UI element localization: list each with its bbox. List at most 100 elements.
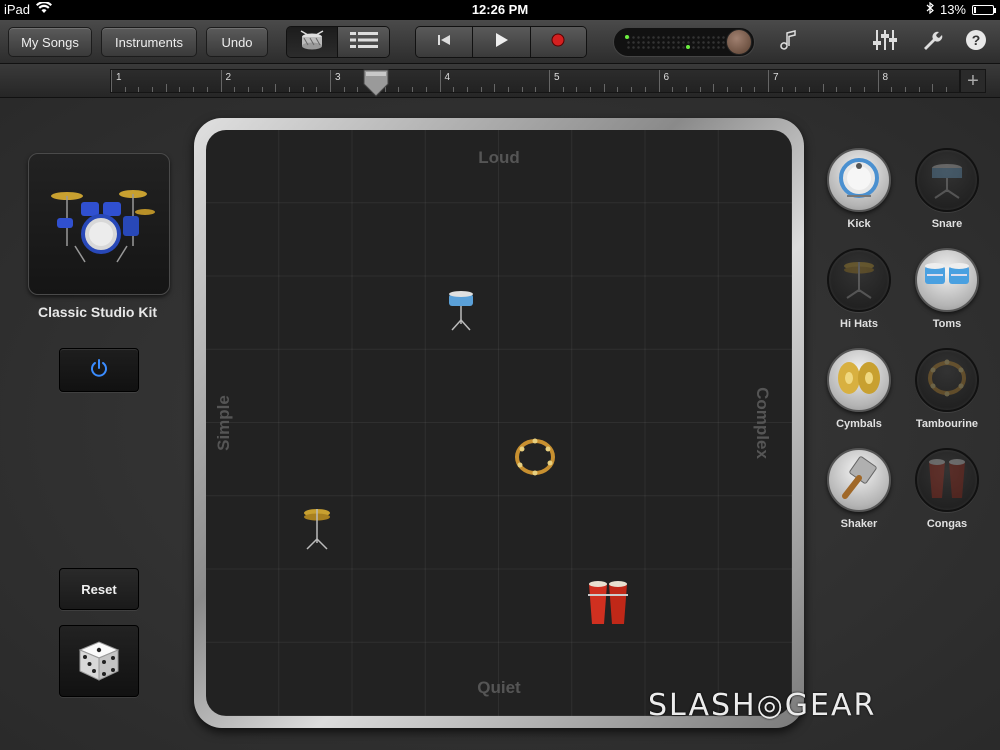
ruler-tick — [850, 87, 852, 92]
congas-label: Congas — [926, 518, 968, 530]
level-led-left — [625, 35, 629, 39]
settings-button[interactable] — [920, 30, 944, 54]
instruments-button[interactable]: Instruments — [101, 27, 197, 57]
ruler-tick — [822, 84, 824, 92]
rewind-button[interactable] — [416, 27, 474, 57]
instrument-hi-hats: Hi Hats — [819, 248, 899, 330]
clock: 12:26 PM — [471, 2, 529, 17]
ruler-tick — [877, 70, 879, 92]
ruler-tick — [740, 87, 742, 92]
ruler-bar-number: 7 — [773, 72, 779, 83]
snare-drum-icon — [925, 156, 969, 205]
toms-toggle-button[interactable] — [915, 248, 979, 312]
shaker-label: Shaker — [840, 518, 878, 530]
randomize-button[interactable] — [59, 625, 139, 697]
congas-icon — [586, 581, 630, 630]
ruler-tick — [754, 87, 756, 92]
pad-toms-marker[interactable] — [446, 290, 476, 337]
ruler-tick — [576, 87, 578, 92]
pad-congas-marker[interactable] — [586, 580, 630, 631]
drum-kit-selector[interactable] — [28, 153, 170, 295]
instrument-shaker: Shaker — [819, 448, 899, 530]
ruler-tick — [685, 87, 687, 92]
congas-toggle-button[interactable] — [915, 448, 979, 512]
shaker-icon — [837, 455, 881, 505]
ruler-tick — [480, 87, 482, 92]
help-icon: ? — [965, 29, 987, 56]
loud-complex-pad[interactable]: Loud Quiet Simple Complex — [206, 130, 792, 716]
tambourine-label: Tambourine — [915, 418, 979, 430]
battery-icon — [972, 4, 996, 15]
ruler-bar-number: 4 — [444, 72, 451, 83]
power-icon — [89, 358, 109, 383]
instrument-congas: Congas — [907, 448, 987, 530]
ruler-tick — [535, 87, 537, 92]
drum-kit-icon — [45, 184, 155, 269]
ruler-tick — [220, 70, 222, 92]
tracks-view-button[interactable] — [338, 27, 389, 57]
kit-name: Classic Studio Kit — [37, 304, 158, 320]
instrument-toms: Toms — [907, 248, 987, 330]
ruler-tick — [206, 87, 208, 92]
master-volume-knob[interactable] — [726, 29, 752, 55]
add-section-button[interactable]: + — [960, 69, 986, 93]
shaker-toggle-button[interactable] — [827, 448, 891, 512]
undo-button[interactable]: Undo — [206, 27, 268, 57]
ruler-tick — [165, 84, 167, 92]
record-button[interactable] — [530, 27, 586, 57]
kick-toggle-button[interactable] — [827, 148, 891, 212]
snare-label: Snare — [931, 218, 963, 230]
ruler-tick — [179, 87, 181, 92]
pad-tambourine-marker[interactable] — [514, 437, 556, 482]
play-button[interactable] — [473, 27, 531, 57]
tambourine-toggle-button[interactable] — [915, 348, 979, 412]
ruler-tick — [439, 70, 441, 92]
drummer-power-button[interactable] — [59, 348, 139, 392]
ruler-tick — [288, 87, 290, 92]
watermark-text: SLASH◎GEAR — [648, 688, 877, 723]
ruler-tick — [617, 87, 619, 92]
pad-label-simple: Simple — [213, 395, 233, 451]
ruler-tick — [152, 87, 154, 92]
ruler-tick — [631, 87, 633, 92]
mixer-button[interactable] — [873, 29, 897, 54]
ruler-tick — [412, 87, 414, 92]
ruler-tick — [945, 87, 947, 92]
cymbals-toggle-button[interactable] — [827, 348, 891, 412]
reset-button[interactable]: Reset — [59, 568, 139, 610]
help-button[interactable]: ? — [964, 29, 988, 56]
battery-percent: 13% — [939, 2, 966, 17]
ruler-tick — [562, 87, 564, 92]
ruler-bar-number: 5 — [554, 72, 560, 83]
view-toggle — [286, 26, 390, 58]
playhead-handle[interactable] — [362, 68, 390, 98]
kick-drum-icon — [837, 156, 881, 205]
music-note-icon — [779, 29, 801, 56]
ruler-tick — [932, 84, 934, 92]
record-icon — [551, 33, 565, 52]
ruler-tick — [357, 87, 359, 92]
drummer-view-button[interactable] — [287, 27, 339, 57]
tracks-list-icon — [349, 31, 378, 54]
ruler-tick — [193, 87, 195, 92]
pad-hi-hat-marker[interactable] — [302, 507, 332, 556]
metronome-settings-button[interactable] — [778, 29, 802, 56]
ruler-tick — [247, 87, 249, 92]
my-songs-button[interactable]: My Songs — [8, 27, 92, 57]
ruler-track[interactable]: 1 2 3 4 5 6 7 8 — [110, 69, 975, 93]
ruler-tick — [713, 84, 715, 92]
ruler-bar-number: 6 — [663, 72, 670, 83]
drum-view-icon — [298, 29, 326, 56]
ruler-tick — [507, 87, 509, 92]
instrument-tambourine: Tambourine — [907, 348, 987, 430]
snare-toggle-button[interactable] — [915, 148, 979, 212]
ruler-tick — [658, 70, 660, 92]
ruler-tick — [918, 87, 920, 92]
congas-icon — [925, 456, 969, 505]
toolbar: My Songs Instruments Undo ? — [0, 20, 1000, 64]
ruler-tick — [726, 87, 728, 92]
toms-icon — [446, 291, 476, 336]
hi-hats-toggle-button[interactable] — [827, 248, 891, 312]
ruler-tick — [111, 70, 112, 92]
hi-hat-icon — [302, 509, 332, 555]
